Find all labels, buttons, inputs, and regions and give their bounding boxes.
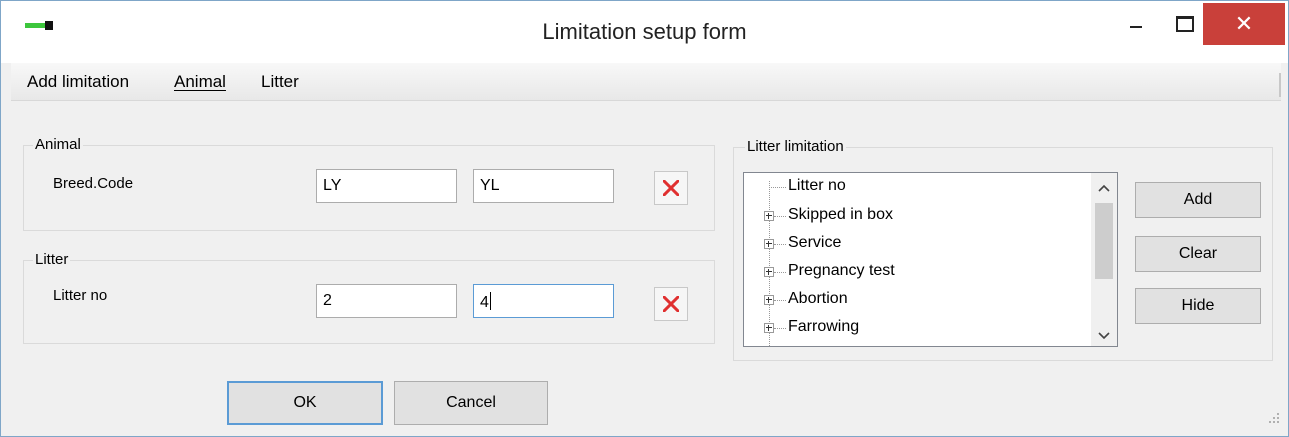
expand-plus-icon[interactable] [764,267,774,277]
scrollbar-thumb[interactable] [1095,203,1113,279]
litter-no-from-input[interactable]: 2 [316,284,457,318]
tree-item[interactable]: Farrowing [744,314,1084,342]
menu-litter[interactable]: Litter [261,72,299,92]
tree-item-label: Service [788,234,842,251]
litter-no-to-input[interactable]: 4 [473,284,614,318]
expand-plus-icon[interactable] [764,211,774,221]
tree-vertical-scrollbar[interactable] [1091,173,1117,346]
tree-item-label: Farrowing [788,318,860,335]
tree-connector [774,244,786,245]
tree-item-label: Skipped in box [788,206,893,223]
clear-button[interactable]: Clear [1135,236,1261,272]
minimize-button[interactable] [1113,7,1159,39]
animal-delete-button[interactable] [654,171,688,205]
tree-connector [774,328,786,329]
text-caret [489,292,491,310]
expand-plus-icon[interactable] [764,323,774,333]
litter-limitation-legend: Litter limitation [745,138,846,155]
animal-group-legend: Animal [33,136,83,153]
tree-item-label: Abortion [788,290,848,307]
breed-code-label: Breed.Code [53,175,134,192]
tree-connector [769,187,786,188]
maximize-button[interactable] [1161,7,1207,39]
close-icon: ✕ [1234,11,1254,36]
tree-item-label: Pregnancy test [788,262,895,279]
delete-icon [663,180,679,196]
tree-item[interactable]: Service [744,230,1084,258]
tree-connector [774,272,786,273]
breed-code-to-input[interactable]: YL [473,169,614,203]
litter-no-to-value: 4 [480,294,489,311]
tree-item[interactable]: Pregnancy test [744,258,1084,286]
menubar-grip [1279,73,1281,97]
scroll-down-icon[interactable] [1091,323,1117,346]
menu-animal[interactable]: Animal [174,72,226,92]
tree-item-label: Litter no [788,177,846,194]
tree-item[interactable]: Abortion [744,286,1084,314]
tree-connector [774,216,786,217]
expand-plus-icon[interactable] [764,295,774,305]
limitation-setup-window: Limitation setup form ✕ Add limitation A… [0,0,1289,437]
tree-item[interactable]: Skipped in box [744,202,1084,230]
delete-icon [663,296,679,312]
menu-bar: Add limitation Animal Litter [11,63,1281,101]
window-title: Limitation setup form [542,19,747,44]
litter-delete-button[interactable] [654,287,688,321]
cancel-button[interactable]: Cancel [394,381,548,425]
ok-button[interactable]: OK [227,381,383,425]
litter-no-label: Litter no [53,287,108,304]
tree-connector [774,300,786,301]
close-button[interactable]: ✕ [1203,3,1285,45]
menu-add-limitation[interactable]: Add limitation [27,72,129,92]
scroll-up-icon[interactable] [1091,175,1117,201]
litter-group-legend: Litter [33,251,71,268]
hide-button[interactable]: Hide [1135,288,1261,324]
resize-grip-icon[interactable] [1267,411,1281,425]
expand-plus-icon[interactable] [764,239,774,249]
title-bar[interactable]: Limitation setup form ✕ [1,1,1288,63]
tree-item[interactable]: Litter no [744,173,1084,201]
add-button[interactable]: Add [1135,182,1261,218]
litter-limitation-tree[interactable]: Litter no Skipped in box Service Pregnan… [743,172,1118,347]
breed-code-from-input[interactable]: LY [316,169,457,203]
